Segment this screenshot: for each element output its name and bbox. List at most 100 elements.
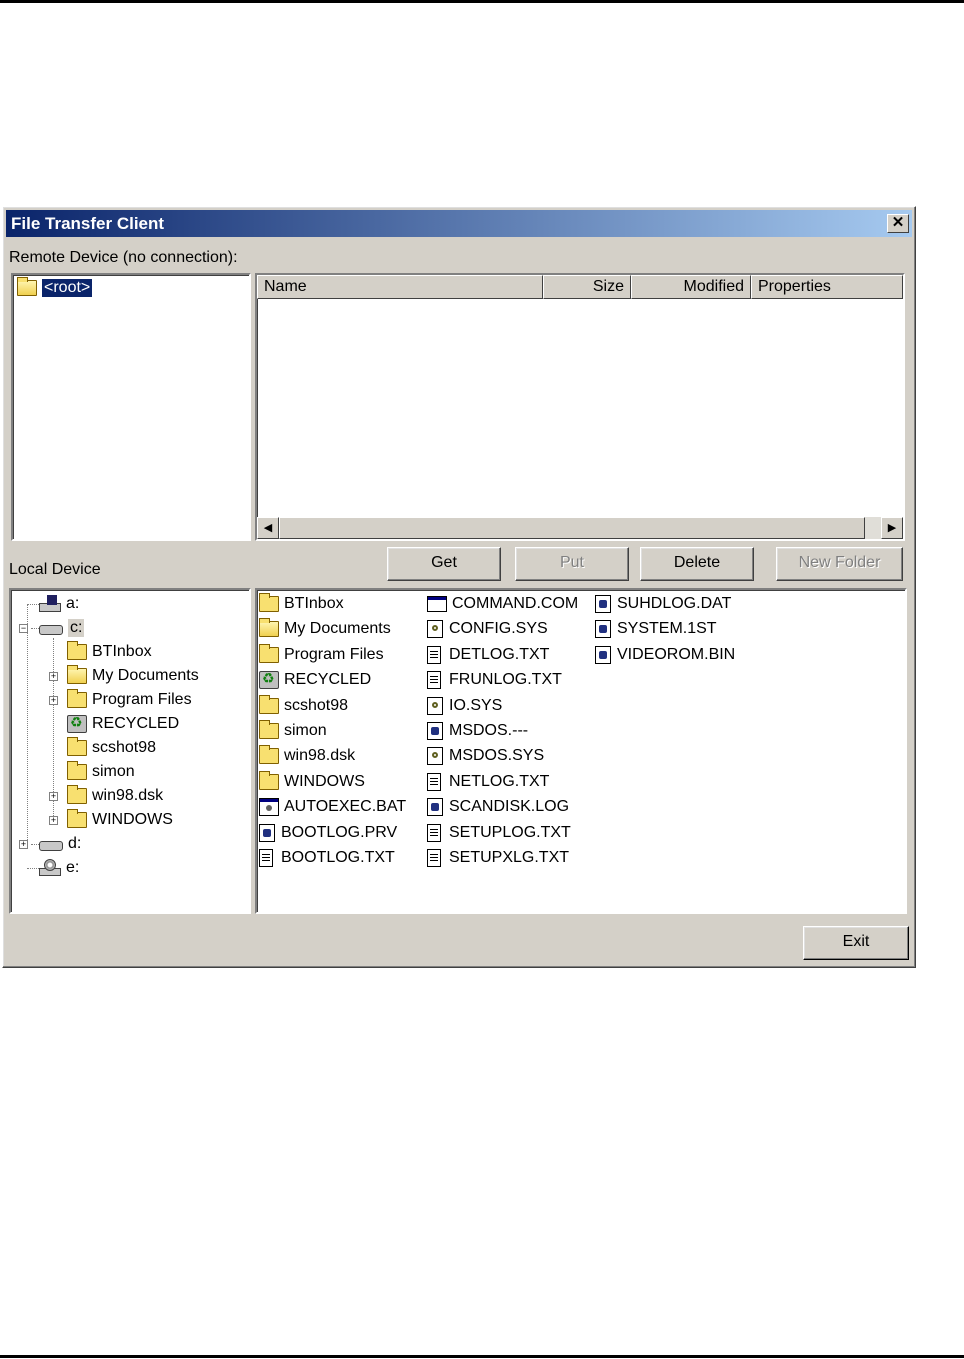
column-header-modified[interactable]: Modified xyxy=(631,275,751,299)
system-file-icon xyxy=(427,798,443,817)
expand-toggle[interactable]: + xyxy=(49,672,58,681)
file-name: IO.SYS xyxy=(449,696,503,714)
column-header-size[interactable]: Size xyxy=(543,275,631,299)
remote-root-label: <root> xyxy=(42,279,93,297)
scroll-thumb[interactable] xyxy=(279,517,865,539)
close-button[interactable]: ✕ xyxy=(887,214,909,233)
expand-toggle[interactable]: + xyxy=(49,792,58,801)
file-item[interactable]: MSDOS.--- xyxy=(427,720,528,742)
file-item[interactable]: win98.dsk xyxy=(259,745,355,767)
folder-open-icon xyxy=(259,618,279,638)
file-item[interactable]: MSDOS.SYS xyxy=(427,745,544,767)
tree-item-btinbox[interactable]: BTInbox xyxy=(67,641,152,663)
title-bar[interactable]: File Transfer Client ✕ xyxy=(6,210,912,237)
file-name: scshot98 xyxy=(284,696,349,714)
file-item[interactable]: IO.SYS xyxy=(427,695,502,717)
file-name: SYSTEM.1ST xyxy=(617,620,717,638)
tree-item-e[interactable]: e: xyxy=(39,857,79,879)
expand-toggle[interactable]: + xyxy=(19,840,28,849)
delete-button[interactable]: Delete xyxy=(640,547,754,581)
file-name: BOOTLOG.PRV xyxy=(281,823,398,841)
file-item[interactable]: SETUPLOG.TXT xyxy=(427,822,571,844)
local-file-list[interactable]: BTInbox My Documents Program Files RECYCLED… xyxy=(255,588,907,914)
file-item[interactable]: simon xyxy=(259,720,327,742)
file-item[interactable]: SUHDLOG.DAT xyxy=(595,593,731,615)
config-file-icon xyxy=(427,747,443,766)
folder-open-icon xyxy=(17,277,37,296)
scroll-left-button[interactable]: ◀ xyxy=(257,517,279,539)
file-item[interactable]: FRUNLOG.TXT xyxy=(427,669,562,691)
scroll-right-button[interactable]: ▶ xyxy=(881,517,903,539)
file-name: NETLOG.TXT xyxy=(449,772,550,790)
file-item[interactable]: VIDEOROM.BIN xyxy=(595,644,735,666)
folder-icon xyxy=(259,593,279,612)
tree-item-win98-dsk[interactable]: win98.dsk xyxy=(67,785,163,807)
get-button[interactable]: Get xyxy=(387,547,501,581)
file-item[interactable]: Program Files xyxy=(259,643,384,666)
tree-item-simon[interactable]: simon xyxy=(67,761,135,783)
column-header-name[interactable]: Name xyxy=(257,275,543,299)
folder-icon xyxy=(259,745,279,765)
file-item[interactable]: DETLOG.TXT xyxy=(427,644,549,666)
exit-button[interactable]: Exit xyxy=(803,926,909,960)
local-tree[interactable]: a: − c: BTInbox + My Documents + Program… xyxy=(9,588,251,914)
tree-item-scshot98[interactable]: scshot98 xyxy=(67,737,156,759)
remote-device-label: Remote Device (no connection): xyxy=(9,249,238,266)
file-item[interactable]: My Documents xyxy=(259,618,391,640)
horizontal-scrollbar[interactable]: ◀ ▶ xyxy=(257,517,903,539)
folder-icon xyxy=(259,770,279,790)
file-item[interactable]: NETLOG.TXT xyxy=(427,771,549,793)
file-item[interactable]: RECYCLED xyxy=(259,669,371,691)
put-button[interactable]: Put xyxy=(515,547,629,581)
tree-item-program-files[interactable]: Program Files xyxy=(67,689,192,711)
top-rule xyxy=(0,0,964,3)
config-file-icon xyxy=(427,620,443,639)
file-item[interactable]: SYSTEM.1ST xyxy=(595,618,717,640)
file-name: CONFIG.SYS xyxy=(449,620,548,638)
expand-toggle[interactable]: + xyxy=(49,816,58,825)
cd-drive-icon xyxy=(39,859,61,877)
file-name: win98.dsk xyxy=(284,747,356,765)
application-icon xyxy=(427,596,447,612)
floppy-drive-icon xyxy=(39,595,61,613)
column-header-properties[interactable]: Properties xyxy=(751,275,903,299)
remote-file-list[interactable]: Name Size Modified Properties ◀ ▶ xyxy=(255,273,905,541)
system-file-icon xyxy=(427,722,443,740)
remote-tree[interactable]: <root> xyxy=(11,273,251,541)
file-item[interactable]: BOOTLOG.PRV xyxy=(259,822,397,844)
file-item[interactable]: SETUPXLG.TXT xyxy=(427,847,569,869)
close-icon: ✕ xyxy=(891,214,905,231)
file-item[interactable]: AUTOEXEC.BAT xyxy=(259,796,406,818)
file-item[interactable]: SCANDISK.LOG xyxy=(427,796,569,818)
recycle-bin-icon xyxy=(67,714,87,733)
hard-drive-icon xyxy=(39,625,63,635)
file-item[interactable]: scshot98 xyxy=(259,694,349,717)
collapse-toggle[interactable]: − xyxy=(19,624,28,633)
folder-open-icon xyxy=(67,665,87,684)
file-name: DETLOG.TXT xyxy=(449,645,550,663)
file-name: BOOTLOG.TXT xyxy=(281,849,395,866)
config-file-icon xyxy=(427,696,443,715)
text-file-icon xyxy=(259,849,273,867)
file-item[interactable]: BTInbox xyxy=(259,593,344,615)
file-name: SCANDISK.LOG xyxy=(449,798,570,816)
tree-item-my-documents[interactable]: My Documents xyxy=(67,665,199,687)
remote-tree-root[interactable]: <root> xyxy=(17,277,93,299)
file-name: BTInbox xyxy=(284,595,344,612)
expand-toggle[interactable]: + xyxy=(49,696,58,705)
file-name: SETUPLOG.TXT xyxy=(449,823,571,841)
file-item[interactable]: WINDOWS xyxy=(259,770,365,793)
file-name: VIDEOROM.BIN xyxy=(617,645,736,663)
new-folder-button[interactable]: New Folder xyxy=(776,547,903,581)
file-item[interactable]: BOOTLOG.TXT xyxy=(259,847,395,869)
file-name: MSDOS.--- xyxy=(449,722,529,739)
file-item[interactable]: COMMAND.COM xyxy=(427,593,578,615)
tree-item-windows[interactable]: WINDOWS xyxy=(67,809,173,831)
tree-item-c[interactable]: c: xyxy=(39,617,85,639)
system-file-icon xyxy=(259,823,275,842)
tree-item-recycled[interactable]: RECYCLED xyxy=(67,713,179,735)
tree-item-a[interactable]: a: xyxy=(39,593,79,615)
tree-item-d[interactable]: d: xyxy=(39,833,81,855)
file-item[interactable]: CONFIG.SYS xyxy=(427,618,548,640)
text-file-icon xyxy=(427,772,441,791)
